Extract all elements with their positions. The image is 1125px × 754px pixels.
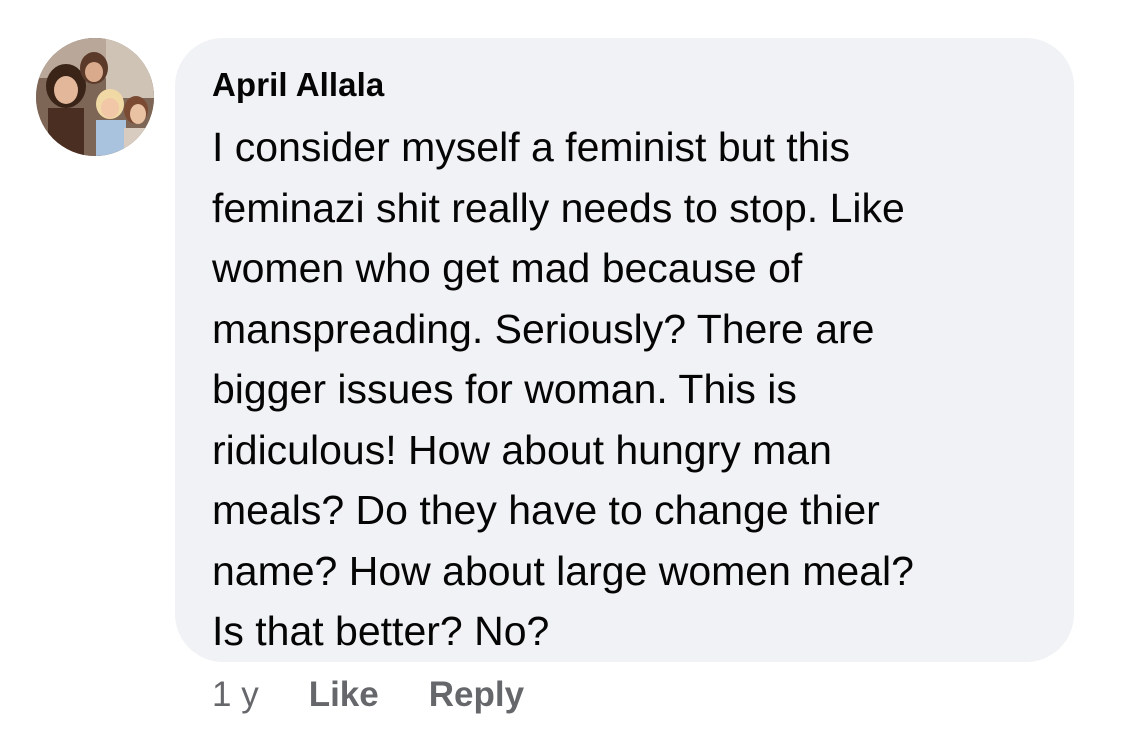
- comment-author[interactable]: April Allala: [212, 63, 1038, 107]
- comment-timestamp[interactable]: 1 y: [212, 675, 259, 715]
- comment-text: I consider myself a feminist but this fe…: [212, 124, 914, 654]
- avatar[interactable]: [36, 38, 154, 156]
- profile-photo-avatar-icon: [36, 38, 154, 156]
- like-button[interactable]: Like: [309, 675, 379, 715]
- comment-bubble: April Allala I consider myself a feminis…: [175, 38, 1074, 662]
- reply-button[interactable]: Reply: [429, 675, 524, 715]
- comment-actions: 1 y Like Reply: [212, 673, 574, 717]
